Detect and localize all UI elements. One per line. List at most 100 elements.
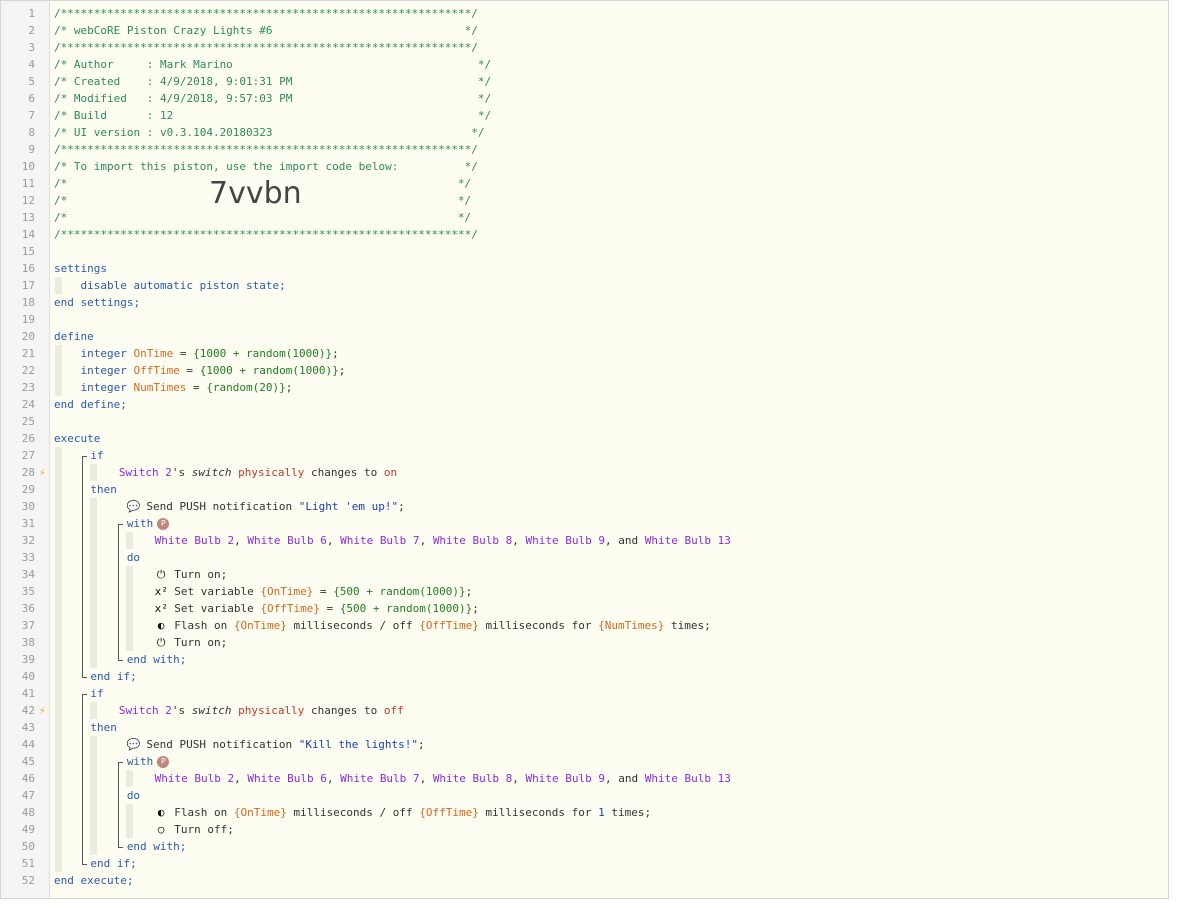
x-squared-icon: x² (154, 602, 168, 615)
code-line: 29 then (1, 481, 1168, 498)
expression: {500 + random(1000)} (333, 585, 466, 598)
line-number: 42 (21, 704, 35, 717)
import-code: 7vvbn (209, 176, 302, 211)
code-text[interactable]: ⏻ Turn on; (155, 566, 227, 583)
code-text[interactable]: integer NumTimes = {random(20)}; (80, 379, 292, 396)
code-text[interactable]: Switch 2's switch physically changes to … (119, 702, 404, 719)
code-line: 51 end if; (1, 855, 1168, 872)
code-token: Send PUSH notification (139, 738, 299, 751)
code-text[interactable]: x² Set variable {OnTime} = {500 + random… (155, 583, 473, 600)
code-line: 2 /* webCoRE Piston Crazy Lights #6 */ (1, 22, 1168, 39)
line-number: 27 (21, 449, 35, 462)
define-keyword: define (54, 330, 94, 343)
code-text: end settings; (54, 294, 140, 311)
code-line: 18 end settings; (1, 294, 1168, 311)
code-line: 1 /**************************************… (1, 5, 1168, 22)
line-number: 41 (21, 687, 35, 700)
code-text[interactable]: White Bulb 2, White Bulb 6, White Bulb 7… (155, 532, 731, 549)
line-number: 36 (21, 602, 35, 615)
speech-bubble-icon: 💬 (126, 738, 141, 751)
code-token: , and (605, 772, 645, 785)
code-token: , (326, 534, 341, 547)
code-text[interactable]: integer OnTime = {1000 + random(1000)}; (80, 345, 338, 362)
trigger-attribute: switch (191, 466, 232, 479)
line-number: 50 (21, 840, 35, 853)
code-text[interactable]: with P (127, 515, 170, 532)
code-token: ; (285, 381, 293, 394)
code-text[interactable]: if (90, 447, 103, 464)
code-text: /* webCoRE Piston Crazy Lights #6 */ (54, 22, 478, 39)
line-number: 8 (28, 126, 35, 139)
line-number: 6 (28, 92, 35, 105)
code-editor: 1 /**************************************… (0, 0, 1169, 899)
line-number: 39 (21, 653, 35, 666)
code-text[interactable]: ⏻ Turn on; (155, 634, 227, 651)
code-text: /* (54, 192, 67, 209)
code-line: 41 if (1, 685, 1168, 702)
code-text: end with; (127, 838, 187, 855)
line-number: 5 (28, 75, 35, 88)
code-text[interactable]: 💬 Send PUSH notification "Light 'em up!"… (127, 498, 405, 515)
block-bracket-end (82, 668, 87, 678)
code-text[interactable]: integer OffTime = {1000 + random(1000)}; (80, 362, 345, 379)
comment-open: /* (54, 194, 68, 207)
code-token: , (234, 772, 248, 785)
code-line: 35 x² Set variable {OnTime} = {500 + rand… (1, 583, 1168, 600)
trigger-physically: physically (238, 466, 305, 479)
code-text[interactable]: with P (127, 753, 170, 770)
code-token: milliseconds / off (286, 806, 420, 819)
line-number: 44 (21, 738, 35, 751)
with-keyword: with (126, 755, 154, 768)
code-line: 3 /**************************************… (1, 39, 1168, 56)
code-line: 19 (1, 311, 1168, 328)
code-text[interactable]: ◐ Flash on {OnTime} milliseconds / off {… (155, 617, 711, 634)
line-number: 28 (21, 466, 35, 479)
trigger-physically: physically (238, 704, 305, 717)
block-bracket (118, 762, 123, 848)
line-number: 25 (21, 415, 35, 428)
code-text[interactable]: x² Set variable {OffTime} = {500 + rando… (155, 600, 479, 617)
code-token: ; (465, 585, 473, 598)
comment-open: /* (54, 211, 68, 224)
code-text[interactable]: if (90, 685, 103, 702)
code-token: Set variable (167, 602, 261, 615)
code-line: 20 define (1, 328, 1168, 345)
code-line: 14 /*************************************… (1, 226, 1168, 243)
device-name: White Bulb 8 (432, 534, 513, 547)
code-text: then (90, 719, 117, 736)
code-line: 33 do (1, 549, 1168, 566)
code-text: end execute; (54, 872, 133, 889)
line-number: 47 (21, 789, 35, 802)
code-line: 45 with P (1, 753, 1168, 770)
code-text[interactable]: Switch 2's switch physically changes to … (119, 464, 397, 481)
code-line: 42 ⚡ Switch 2's switch physically changes … (1, 702, 1168, 719)
type-keyword: integer (80, 364, 127, 377)
type-keyword: integer (80, 381, 127, 394)
line-number: 51 (21, 857, 35, 870)
settings-item: disable automatic piston state; (80, 279, 286, 292)
variable-ref: {OnTime} (233, 619, 287, 632)
code-token: changes to (304, 704, 384, 717)
expression: {1000 + random(1000)} (199, 364, 339, 377)
code-text[interactable]: 💬 Send PUSH notification "Kill the light… (127, 736, 425, 753)
code-token: , (419, 772, 433, 785)
line-number: 45 (21, 755, 35, 768)
code-text[interactable]: ◐ Flash on {OnTime} milliseconds / off {… (155, 804, 651, 821)
expression: {1000 + random(1000)} (193, 347, 333, 360)
device-name: White Bulb 9 (525, 772, 606, 785)
comment-open: /* (54, 177, 68, 190)
variable-ref: {OnTime} (260, 585, 314, 598)
code-line: 7 /* Build : 12 */ (1, 107, 1168, 124)
code-line: 47 do (1, 787, 1168, 804)
code-token: Flash on (167, 806, 234, 819)
code-text: /* (54, 209, 67, 226)
code-text[interactable]: disable automatic piston state; (80, 277, 285, 294)
code-text[interactable]: White Bulb 2, White Bulb 6, White Bulb 7… (155, 770, 731, 787)
trigger-device: Switch 2 (118, 704, 172, 717)
code-text[interactable]: ○ Turn off; (155, 821, 234, 838)
power-icon: ⏻ (156, 636, 166, 649)
code-text: end define; (54, 396, 127, 413)
code-line: 16 settings (1, 260, 1168, 277)
do-keyword: do (126, 789, 141, 802)
code-token: Flash on (167, 619, 234, 632)
